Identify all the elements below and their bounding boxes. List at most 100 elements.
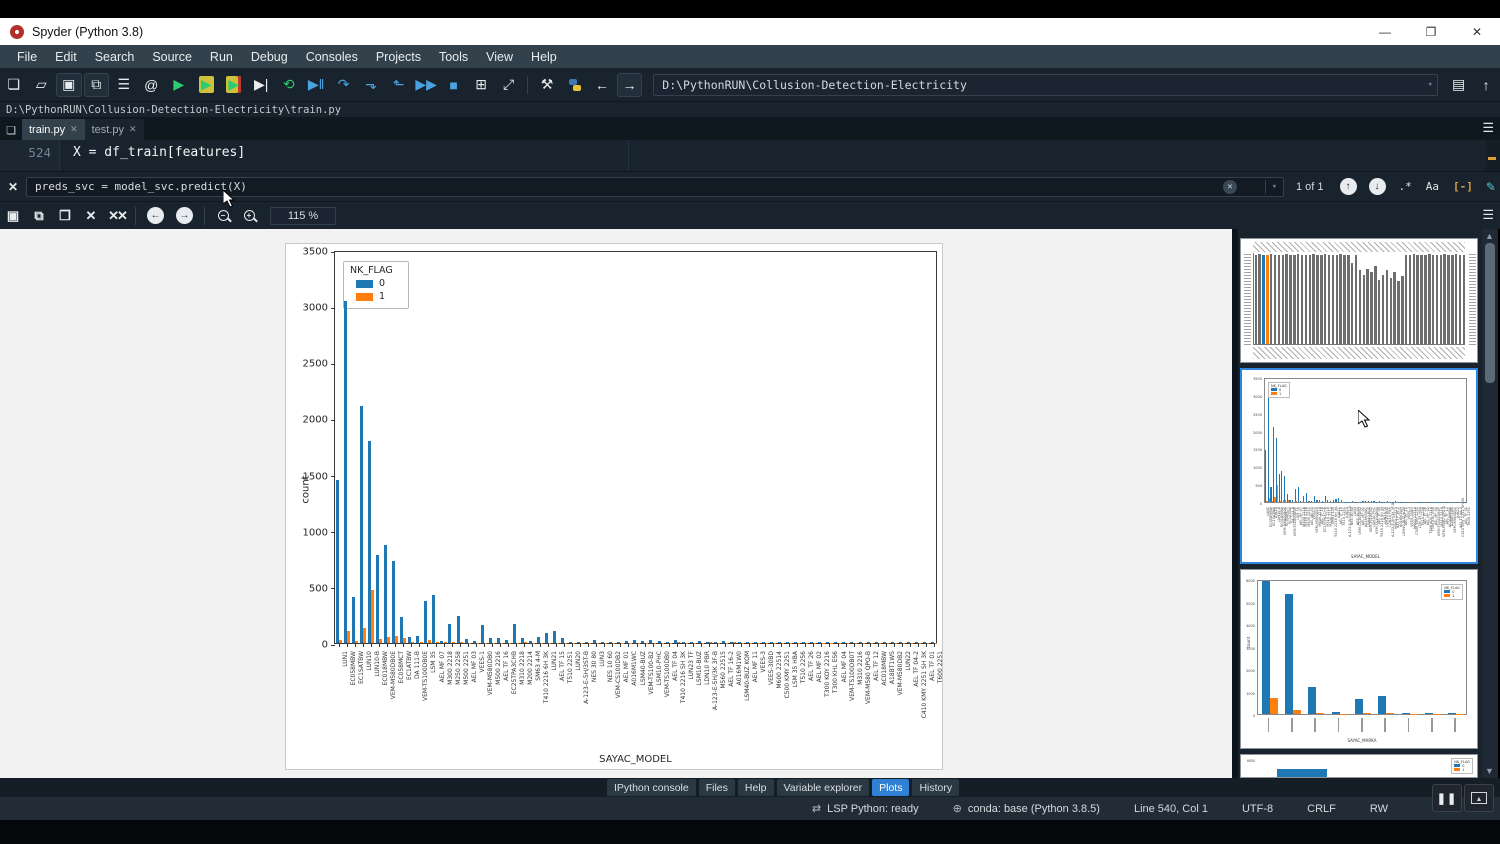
thumb1-bar xyxy=(1266,255,1268,344)
x-tick-label: AEL TF 15 xyxy=(559,651,566,751)
rerun-cell-icon[interactable]: ⟲ xyxy=(276,73,301,97)
browse-tabs-icon[interactable]: ❏ xyxy=(0,120,22,140)
step-into-icon[interactable]: ⬎ xyxy=(358,73,383,97)
bottom-tab-files[interactable]: Files xyxy=(699,779,735,796)
save-all-plots-icon[interactable]: ⧉ xyxy=(26,205,52,227)
remove-all-plots-icon[interactable]: ✕✕ xyxy=(104,205,130,227)
maximize-pane-icon[interactable]: ⤢ xyxy=(496,73,521,97)
env-status[interactable]: ⊕conda: base (Python 3.8.5) xyxy=(953,802,1100,815)
case-sensitive-toggle-icon[interactable]: Aa xyxy=(1426,180,1439,193)
bottom-tab-variable-explorer[interactable]: Variable explorer xyxy=(777,779,870,796)
tab-train-py[interactable]: train.py ✕ xyxy=(22,119,85,140)
pause-button[interactable]: ❚❚ xyxy=(1432,784,1462,812)
whole-word-toggle-icon[interactable]: [-] xyxy=(1453,180,1473,193)
zoom-in-icon[interactable]: + xyxy=(236,205,262,227)
copy-plot-icon[interactable]: ❐ xyxy=(52,205,78,227)
menu-help[interactable]: Help xyxy=(522,50,566,64)
find-previous-icon[interactable]: ↑ xyxy=(1340,178,1357,195)
previous-plot-icon[interactable]: ← xyxy=(147,207,164,224)
thumb1-bar xyxy=(1293,255,1295,344)
close-find-icon[interactable]: ✕ xyxy=(0,180,26,194)
thumb2-bar-flag0 xyxy=(1341,500,1342,502)
bottom-tab-history[interactable]: History xyxy=(912,779,959,796)
debug-file-icon[interactable]: ▶‖ xyxy=(303,73,328,97)
close-button[interactable]: ✕ xyxy=(1454,18,1500,45)
thumb1-bar xyxy=(1285,254,1287,344)
find-next-icon[interactable]: ↓ xyxy=(1369,178,1386,195)
scroll-up-icon[interactable]: ▲ xyxy=(1485,231,1494,241)
thumb2-x-axis-label: SAYAC_MODEL xyxy=(1264,554,1467,559)
continue-icon[interactable]: ▶▶ xyxy=(413,73,438,97)
working-directory-combo[interactable]: D:\PythonRUN\Collusion-Detection-Electri… xyxy=(653,74,1438,96)
thumb1-bar xyxy=(1278,255,1280,344)
menu-projects[interactable]: Projects xyxy=(367,50,430,64)
scroll-down-icon[interactable]: ▼ xyxy=(1485,766,1494,776)
thumb2-x-tick-label: T600 2251 xyxy=(1467,507,1471,537)
menu-file[interactable]: File xyxy=(8,50,46,64)
tab-test-py[interactable]: test.py ✕ xyxy=(85,119,144,140)
close-icon[interactable]: ✕ xyxy=(70,124,78,135)
screenshot-button[interactable]: ▲ xyxy=(1464,784,1494,812)
stop-icon[interactable]: ■ xyxy=(441,73,466,97)
maximize-button[interactable]: ❐ xyxy=(1408,18,1454,45)
menu-search[interactable]: Search xyxy=(86,50,144,64)
close-icon[interactable]: ✕ xyxy=(129,124,137,135)
forward-icon[interactable]: → xyxy=(617,73,643,97)
editor-scrollbar[interactable] xyxy=(1486,140,1500,171)
python-path-icon[interactable] xyxy=(562,73,587,97)
plot-thumbnail-3[interactable]: NK_FLAG010100020003000400050006000SAYAC_… xyxy=(1240,569,1478,749)
plots-options-icon[interactable]: ☰ xyxy=(1482,207,1494,223)
minimize-button[interactable]: — xyxy=(1362,18,1408,45)
menu-edit[interactable]: Edit xyxy=(46,50,86,64)
symbol-finder-icon[interactable]: @ xyxy=(139,73,164,97)
run-file-icon[interactable]: ▶ xyxy=(166,73,191,97)
chevron-down-icon[interactable]: ▾ xyxy=(1265,180,1277,194)
editor-pane[interactable]: 524 X = df_train[features] xyxy=(0,140,1500,171)
menu-tools[interactable]: Tools xyxy=(430,50,477,64)
menu-consoles[interactable]: Consoles xyxy=(297,50,367,64)
next-plot-icon[interactable]: → xyxy=(176,207,193,224)
scrollbar-thumb[interactable] xyxy=(1485,243,1495,383)
bar-flag1 xyxy=(363,628,366,643)
step-over-icon[interactable]: ↷ xyxy=(331,73,356,97)
menu-debug[interactable]: Debug xyxy=(242,50,297,64)
plot-thumbnail-1[interactable] xyxy=(1240,238,1478,363)
sidebar-scrollbar[interactable]: ▲ ▼ xyxy=(1482,229,1498,778)
find-input[interactable]: preds_svc = model_svc.predict(X) ✕ ▾ xyxy=(26,177,1284,197)
save-icon[interactable]: ▣ xyxy=(56,73,82,97)
x-tick-mark xyxy=(363,643,364,647)
menu-source[interactable]: Source xyxy=(143,50,201,64)
bottom-tab-plots[interactable]: Plots xyxy=(872,779,909,796)
run-selection-icon[interactable]: ▶| xyxy=(248,73,273,97)
thumb1-bar xyxy=(1432,255,1434,344)
run-cell-icon[interactable]: ▶ xyxy=(193,73,218,97)
thumb2-bar-flag0 xyxy=(1284,476,1285,502)
bottom-tab-help[interactable]: Help xyxy=(738,779,774,796)
new-window-icon[interactable]: ⊞ xyxy=(468,73,493,97)
plot-thumbnail-4[interactable]: 6000NK_FLAG01 xyxy=(1240,754,1478,778)
replace-toggle-icon[interactable]: ✎ xyxy=(1486,180,1496,194)
browse-directory-icon[interactable]: ▤ xyxy=(1446,73,1471,97)
menu-view[interactable]: View xyxy=(477,50,522,64)
preferences-wrench-icon[interactable]: ⚒ xyxy=(534,73,559,97)
remove-plot-icon[interactable]: ✕ xyxy=(78,205,104,227)
regex-toggle-icon[interactable]: .* xyxy=(1399,180,1412,193)
back-icon[interactable]: ← xyxy=(589,73,614,97)
zoom-level-input[interactable]: 115 % xyxy=(270,207,336,225)
step-return-icon[interactable]: ⬑ xyxy=(386,73,411,97)
parent-directory-icon[interactable]: ↑ xyxy=(1473,73,1498,97)
save-all-icon[interactable]: ⧉ xyxy=(84,73,110,97)
editor-options-icon[interactable]: ☰ xyxy=(1482,120,1494,136)
open-file-icon[interactable]: ▱ xyxy=(28,73,53,97)
legend-title: NK_FLAG xyxy=(350,265,402,276)
bottom-tab-ipython-console[interactable]: IPython console xyxy=(607,779,696,796)
save-plot-icon[interactable]: ▣ xyxy=(0,205,26,227)
breadcrumb: D:\PythonRUN\Collusion-Detection-Electri… xyxy=(0,101,1500,117)
new-file-icon[interactable]: ❏ xyxy=(1,73,26,97)
file-switcher-icon[interactable]: ☰ xyxy=(111,73,136,97)
x-tick-label: LUN1 xyxy=(342,651,349,751)
plot-thumbnail-2-selected[interactable]: LUN1EC058MBWEC1SATBWLUN10LUN10-BEC018MBW… xyxy=(1240,368,1478,564)
menu-run[interactable]: Run xyxy=(201,50,242,64)
run-cell-advance-icon[interactable]: ▶ xyxy=(221,73,246,97)
clear-icon[interactable]: ✕ xyxy=(1223,180,1237,194)
